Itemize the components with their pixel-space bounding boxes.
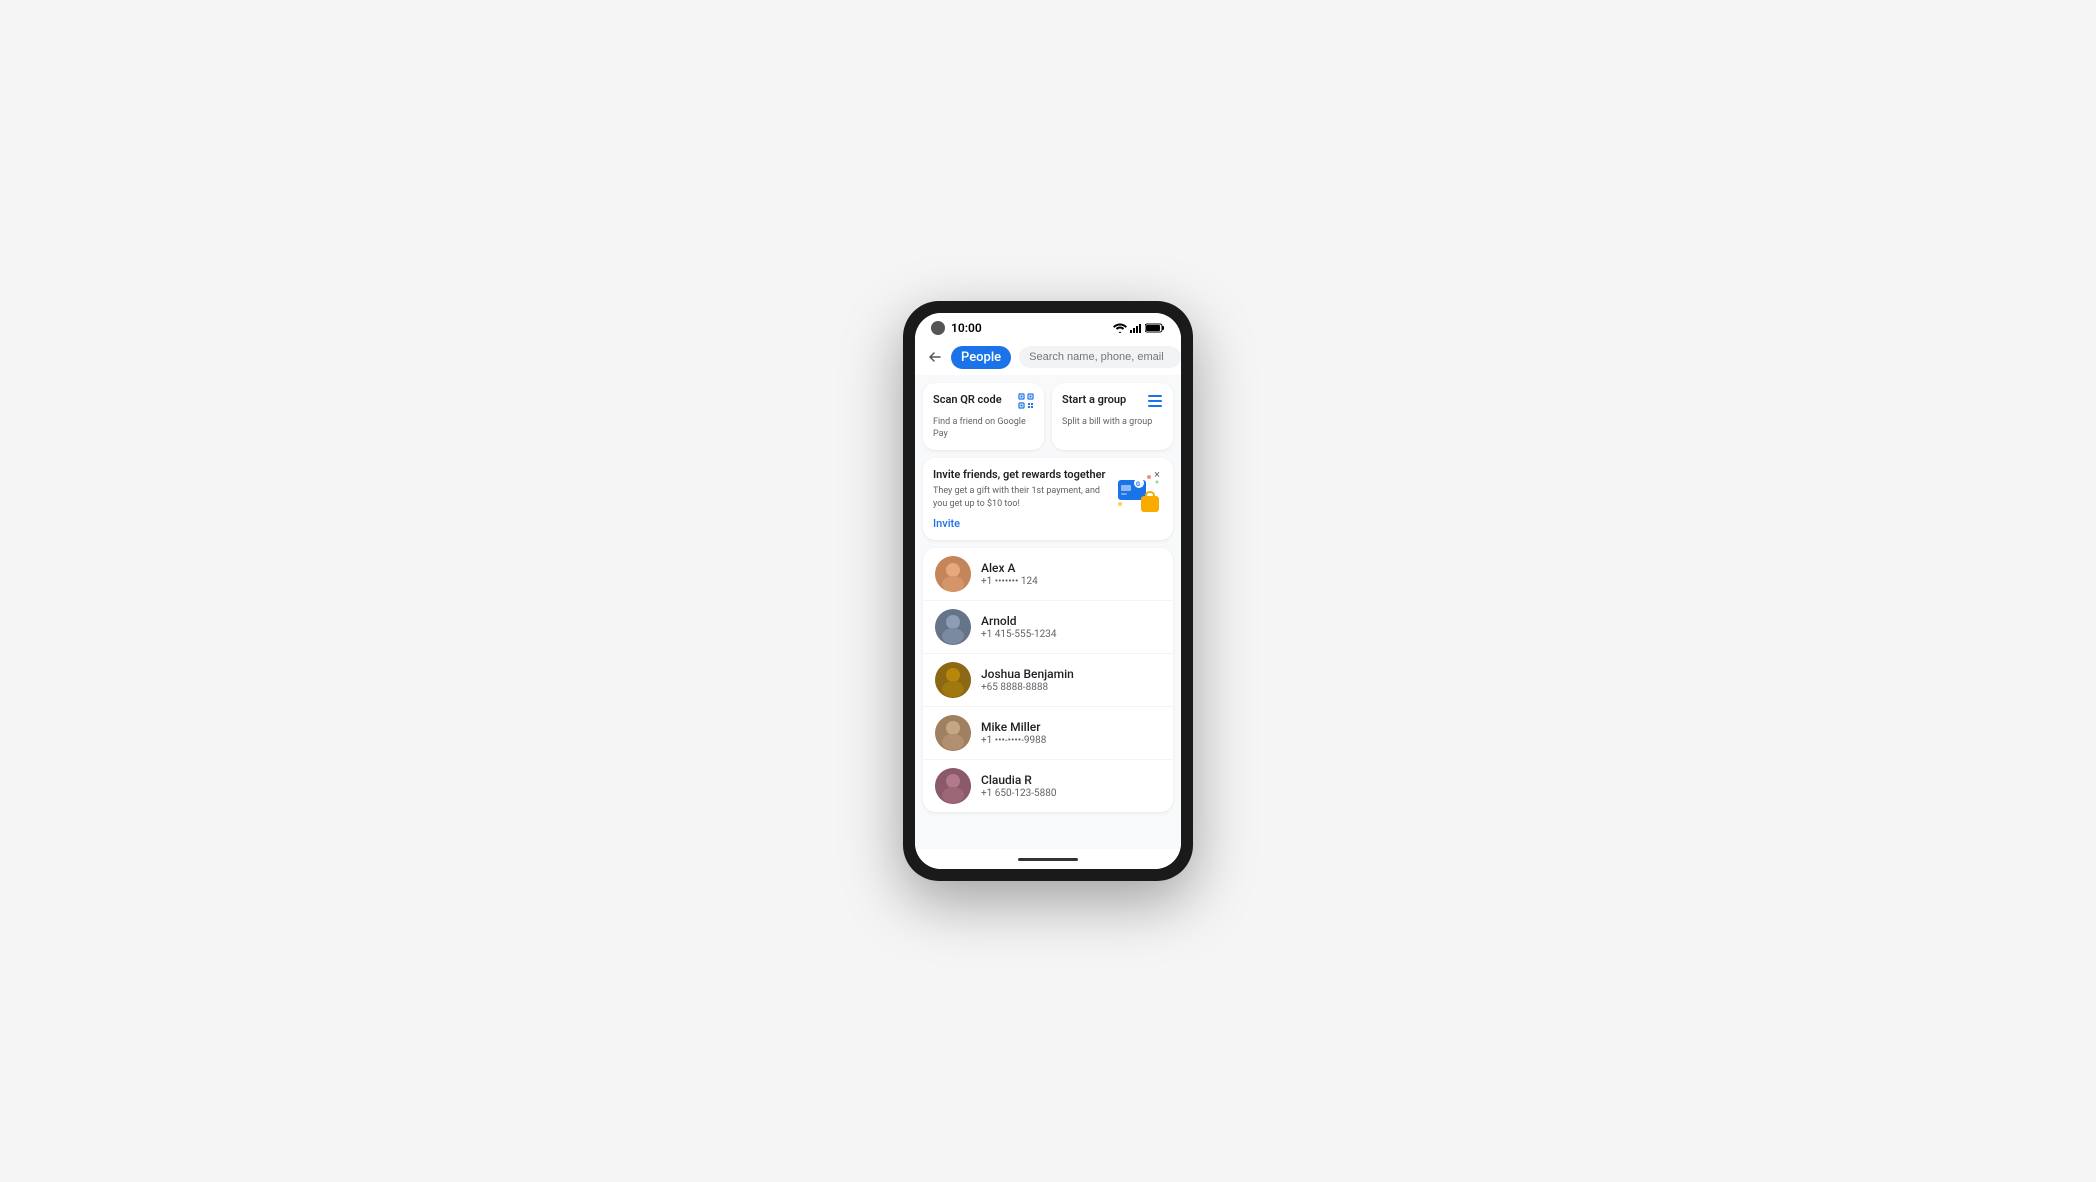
scan-qr-header: Scan QR code [933, 393, 1034, 413]
contact-name-alex: Alex A [981, 561, 1161, 575]
contact-name-claudia: Claudia R [981, 773, 1161, 787]
scan-qr-title: Scan QR code [933, 393, 1002, 406]
contact-phone-joshua: +65 8888-8888 [981, 682, 1161, 693]
start-group-card[interactable]: Start a group Split a bill with a group [1052, 383, 1173, 450]
contact-name-mike: Mike Miller [981, 720, 1161, 734]
status-time-label: 10:00 [951, 321, 982, 335]
home-indicator[interactable] [1018, 858, 1078, 861]
main-content: Scan QR code [915, 375, 1181, 849]
signal-icon [1130, 323, 1142, 333]
start-group-title: Start a group [1062, 393, 1126, 406]
back-button[interactable] [927, 345, 943, 369]
bottom-bar [915, 849, 1181, 869]
contact-mike[interactable]: Mike Miller +1 •••-••••-9988 [923, 707, 1173, 760]
contact-name-arnold: Arnold [981, 614, 1161, 628]
contact-phone-claudia: +1 650-123-5880 [981, 788, 1161, 799]
contact-phone-alex: +1 ••••••• 124 [981, 576, 1161, 587]
contact-avatar-mike [935, 715, 971, 751]
contact-arnold[interactable]: Arnold +1 415-555-1234 [923, 601, 1173, 654]
contact-info-claudia: Claudia R +1 650-123-5880 [981, 773, 1161, 799]
contact-phone-mike: +1 •••-••••-9988 [981, 735, 1161, 746]
contact-alex[interactable]: Alex A +1 ••••••• 124 [923, 548, 1173, 601]
status-time-area: 10:00 [931, 321, 982, 335]
contact-claudia[interactable]: Claudia R +1 650-123-5880 [923, 760, 1173, 812]
status-bar: 10:00 [915, 313, 1181, 339]
status-icons [1113, 323, 1165, 333]
people-tab[interactable]: People [951, 346, 1011, 369]
contact-info-arnold: Arnold +1 415-555-1234 [981, 614, 1161, 640]
status-avatar [931, 321, 945, 335]
phone-screen: 10:00 [915, 313, 1181, 869]
invite-illustration: G [1113, 472, 1163, 517]
contact-joshua[interactable]: Joshua Benjamin +65 8888-8888 [923, 654, 1173, 707]
phone-frame: 10:00 [903, 301, 1193, 881]
contact-avatar-alex [935, 556, 971, 592]
contact-info-mike: Mike Miller +1 •••-••••-9988 [981, 720, 1161, 746]
start-group-header: Start a group [1062, 393, 1163, 413]
contact-avatar-arnold [935, 609, 971, 645]
search-input[interactable] [1019, 346, 1181, 368]
svg-text:G: G [1136, 481, 1140, 488]
contact-name-joshua: Joshua Benjamin [981, 667, 1161, 681]
battery-icon [1145, 323, 1165, 333]
action-cards-row: Scan QR code [923, 383, 1173, 450]
invite-banner: × G [923, 458, 1173, 539]
contact-info-joshua: Joshua Benjamin +65 8888-8888 [981, 667, 1161, 693]
wifi-icon [1113, 323, 1127, 333]
contact-avatar-claudia [935, 768, 971, 804]
contact-phone-arnold: +1 415-555-1234 [981, 629, 1161, 640]
contact-info-alex: Alex A +1 ••••••• 124 [981, 561, 1161, 587]
scan-qr-card[interactable]: Scan QR code [923, 383, 1044, 450]
start-group-subtitle: Split a bill with a group [1062, 417, 1163, 429]
scan-qr-icon [1018, 393, 1034, 413]
top-bar: People ⋮ [915, 339, 1181, 375]
contact-avatar-joshua [935, 662, 971, 698]
back-arrow-icon [927, 349, 943, 365]
scan-qr-subtitle: Find a friend on Google Pay [933, 417, 1034, 440]
contacts-list: Alex A +1 ••••••• 124 Arnold + [923, 548, 1173, 812]
start-group-icon [1147, 393, 1163, 413]
